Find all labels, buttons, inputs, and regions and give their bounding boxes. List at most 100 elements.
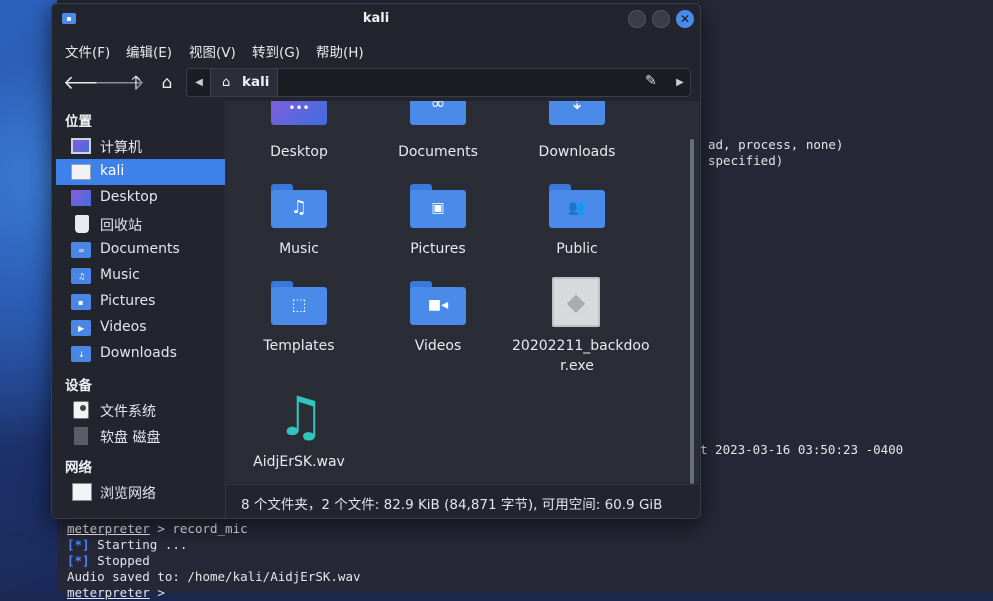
sidebar-item-browse-network[interactable]: 浏览网络 xyxy=(56,479,225,505)
network-icon xyxy=(72,483,92,501)
documents-folder-icon: ∞ xyxy=(410,101,466,125)
window-titlebar[interactable]: kali ✕ xyxy=(52,4,700,34)
audio-file-icon: ♫ xyxy=(276,385,326,448)
sidebar-heading-devices: 设备 xyxy=(65,378,92,394)
file-item-videos[interactable]: ■◂ Videos xyxy=(373,278,503,358)
file-item-documents[interactable]: ∞ Documents xyxy=(373,101,503,171)
close-icon: ✕ xyxy=(679,12,691,26)
sidebar-item-downloads[interactable]: ↓ Downloads xyxy=(56,341,225,367)
sidebar: 位置 计算机 kali Desktop 回收站 ∞ Documents ♫ Mu… xyxy=(52,101,226,518)
sidebar-item-label: Desktop xyxy=(100,189,158,205)
sidebar-item-music[interactable]: ♫ Music xyxy=(56,263,225,289)
desktop-folder-icon xyxy=(71,190,91,206)
path-scroll-left-icon[interactable]: ◀ xyxy=(190,74,208,92)
terminal-message: Stopped xyxy=(89,553,150,568)
sidebar-item-pictures[interactable]: ▪ Pictures xyxy=(56,289,225,315)
home-folder-icon xyxy=(71,164,91,180)
maximize-button[interactable] xyxy=(652,10,670,28)
file-item-label: Music xyxy=(279,241,319,257)
file-item-label: Public xyxy=(556,241,598,257)
file-item-music[interactable]: ♫ Music xyxy=(234,181,364,261)
file-item-downloads[interactable]: ⇣ Downloads xyxy=(512,101,642,171)
downloads-folder-icon: ↓ xyxy=(71,346,91,362)
minimize-button[interactable] xyxy=(628,10,646,28)
close-button[interactable]: ✕ xyxy=(676,10,694,28)
sidebar-item-label: 文件系统 xyxy=(100,404,156,420)
sidebar-item-label: Pictures xyxy=(100,293,156,309)
terminal-line: specified) xyxy=(708,153,784,168)
path-scroll-right-icon[interactable]: ▶ xyxy=(671,74,689,92)
edit-path-icon[interactable]: ✎ xyxy=(645,73,657,89)
sidebar-item-label: 计算机 xyxy=(100,140,142,156)
pictures-folder-icon: ▣ xyxy=(410,184,466,228)
menu-file[interactable]: 文件(F) xyxy=(65,41,110,61)
back-arrow-icon[interactable]: 🡐 xyxy=(63,72,114,94)
home-icon[interactable]: ⌂ xyxy=(156,72,178,94)
computer-icon xyxy=(71,138,91,154)
menu-view[interactable]: 视图(V) xyxy=(189,41,236,61)
terminal-message: Starting ... xyxy=(89,537,188,552)
filesystem-disk-icon xyxy=(73,401,89,419)
terminal-command: > record_mic xyxy=(149,521,248,536)
sidebar-item-label: 软盘 磁盘 xyxy=(100,430,161,446)
file-item-pictures[interactable]: ▣ Pictures xyxy=(373,181,503,261)
sidebar-item-label: kali xyxy=(100,163,125,179)
terminal-prompt: meterpreter xyxy=(67,521,150,536)
documents-folder-icon: ∞ xyxy=(71,242,91,258)
sidebar-item-label: Documents xyxy=(100,241,180,257)
vertical-scrollbar[interactable] xyxy=(690,139,694,484)
downloads-folder-icon: ⇣ xyxy=(549,101,605,125)
terminal-line: [*] Stopped xyxy=(67,553,150,569)
sidebar-item-kali[interactable]: kali xyxy=(56,159,225,185)
videos-folder-icon: ■◂ xyxy=(410,281,466,325)
pictures-folder-icon: ▪ xyxy=(71,294,91,310)
floppy-disk-icon xyxy=(74,427,88,445)
file-item-label: Desktop xyxy=(270,144,328,160)
sidebar-heading-network: 网络 xyxy=(65,460,92,476)
music-folder-icon: ♫ xyxy=(71,268,91,284)
file-item-backdoor-exe[interactable]: ◆ 20202211_backdoo r.exe xyxy=(512,275,650,375)
file-item-desktop[interactable]: ••• Desktop xyxy=(234,101,364,171)
toolbar: 🡐 🡒 🡑 ⌂ ◀ ⌂ kali ✎ ▶ xyxy=(52,65,700,101)
terminal-line: meterpreter > record_mic xyxy=(67,521,248,537)
file-item-label: Templates xyxy=(263,338,335,354)
sidebar-item-filesystem[interactable]: 文件系统 xyxy=(56,397,225,423)
file-manager-window[interactable]: kali ✕ 文件(F) 编辑(E) 视图(V) 转到(G) 帮助(H) 🡐 🡒… xyxy=(51,3,701,519)
sidebar-item-trash[interactable]: 回收站 xyxy=(56,211,225,237)
path-bar[interactable]: ◀ ⌂ kali ✎ ▶ xyxy=(186,68,691,97)
desktop-folder-icon: ••• xyxy=(271,101,327,125)
sidebar-item-videos[interactable]: ▶ Videos xyxy=(56,315,225,341)
file-item-templates[interactable]: ⬚ Templates xyxy=(234,278,364,358)
file-item-wav[interactable]: ♫ AidjErSK.wav xyxy=(234,389,364,474)
sidebar-item-label: Music xyxy=(100,267,140,283)
path-crumb-label: kali xyxy=(242,74,270,90)
menu-edit[interactable]: 编辑(E) xyxy=(126,41,172,61)
sidebar-item-documents[interactable]: ∞ Documents xyxy=(56,237,225,263)
menu-go[interactable]: 转到(G) xyxy=(252,41,300,61)
public-folder-icon: 👥 xyxy=(549,184,605,228)
trash-icon xyxy=(75,215,89,233)
sidebar-item-label: Videos xyxy=(100,319,147,335)
terminal-line: t 2023-03-16 03:50:23 -0400 xyxy=(700,442,904,457)
executable-icon: ◆ xyxy=(552,277,600,327)
videos-folder-icon: ▶ xyxy=(71,320,91,336)
file-item-label: Pictures xyxy=(410,241,466,257)
window-title: kali xyxy=(362,11,390,26)
terminal-line: ad, process, none) xyxy=(708,137,844,152)
file-item-label: Downloads xyxy=(538,144,616,160)
file-item-label: 20202211_backdoo xyxy=(512,338,650,354)
file-item-public[interactable]: 👥 Public xyxy=(512,181,642,261)
templates-folder-icon: ⬚ xyxy=(271,281,327,325)
up-arrow-icon[interactable]: 🡑 xyxy=(125,72,147,94)
sidebar-item-label: Downloads xyxy=(100,345,177,361)
menubar: 文件(F) 编辑(E) 视图(V) 转到(G) 帮助(H) xyxy=(52,37,700,63)
terminal-line: [*] Starting ... xyxy=(67,537,187,553)
menu-help[interactable]: 帮助(H) xyxy=(316,41,364,61)
sidebar-heading-places: 位置 xyxy=(65,114,92,130)
sidebar-item-desktop[interactable]: Desktop xyxy=(56,185,225,211)
forward-arrow-icon[interactable]: 🡒 xyxy=(94,72,145,94)
path-crumb-kali[interactable]: ⌂ kali xyxy=(210,69,278,96)
sidebar-item-floppy[interactable]: 软盘 磁盘 xyxy=(56,423,225,449)
sidebar-item-computer[interactable]: 计算机 xyxy=(56,133,225,159)
file-view[interactable]: ••• Desktop ∞ Documents ⇣ Downloads ♫ Mu xyxy=(227,101,699,483)
